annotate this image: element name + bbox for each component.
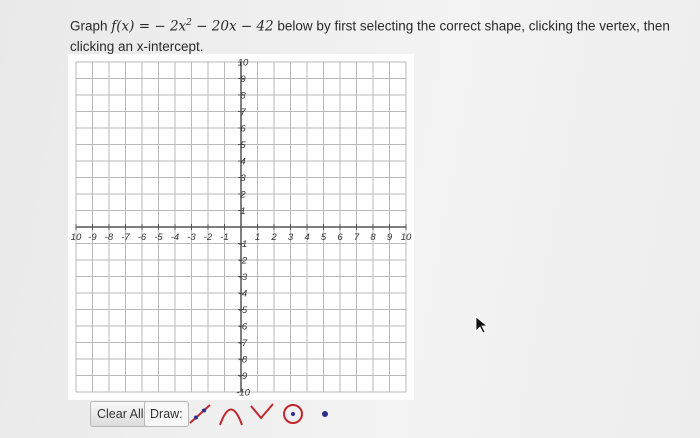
y-tick-label: -5 — [239, 305, 248, 316]
x-tick-label: -3 — [187, 232, 196, 243]
x-tick-label: 1 — [255, 232, 260, 243]
y-tick-label: 2 — [239, 190, 246, 201]
y-tick-label: -6 — [239, 322, 248, 333]
y-tick-label: 8 — [240, 91, 246, 102]
x-tick-label: 5 — [321, 232, 327, 243]
page: Graph f(x) = − 2x2 − 20x − 42 below by f… — [0, 0, 700, 438]
x-tick-label: 8 — [370, 232, 376, 243]
term-quadratic: − 2x — [154, 18, 187, 35]
draw-label: Draw: — [144, 401, 189, 427]
y-tick-label: 4 — [240, 157, 245, 168]
y-tick-label: -4 — [239, 289, 247, 300]
x-tick-label: 4 — [304, 232, 309, 243]
x-tick-label: -7 — [121, 232, 130, 243]
y-tick-label: 6 — [240, 124, 246, 135]
x-tick-label: -1 — [220, 232, 228, 243]
y-tick-label: 5 — [240, 140, 246, 151]
circle-icon — [283, 404, 303, 424]
equals-sign: = — [134, 18, 155, 35]
y-tick-label: 10 — [238, 58, 249, 69]
point-tool-button[interactable] — [310, 400, 340, 428]
y-tick-label: -2 — [239, 256, 248, 267]
y-tick-label: -1 — [239, 239, 247, 250]
x-tick-label: 7 — [354, 232, 360, 243]
circle-tool-button[interactable] — [278, 400, 308, 428]
point-icon — [322, 411, 328, 417]
y-tick-label: -9 — [239, 371, 248, 382]
y-tick-label: 3 — [240, 173, 246, 184]
x-tick-label: 10 — [401, 232, 412, 243]
question-text: Graph f(x) = − 2x2 − 20x − 42 below by f… — [70, 14, 670, 56]
y-tick-label: 7 — [240, 107, 246, 118]
y-tick-label: -8 — [239, 355, 248, 366]
x-tick-label: -8 — [105, 232, 114, 243]
coordinate-grid[interactable]: 10 -9 -8 -7 -6 -5 -4 -3 -2 -1 1 2 3 4 5 6 7 8 9 10 10987654… — [68, 54, 414, 400]
line-tool-icon — [189, 404, 211, 424]
function-name: f(x) — [111, 18, 135, 35]
x-tick-label: -5 — [154, 232, 163, 243]
graph-area[interactable]: 10 -9 -8 -7 -6 -5 -4 -3 -2 -1 1 2 3 4 5 6 7 8 9 10 10 9 8 7 6 5 4… — [68, 54, 414, 400]
question-prefix: Graph — [70, 18, 112, 34]
x-tick-label: 2 — [270, 232, 277, 243]
y-tick-label: -7 — [239, 338, 248, 349]
x-tick-label: -4 — [171, 232, 179, 243]
y-tick-label: -3 — [239, 272, 248, 283]
x-tick-label: -9 — [88, 232, 97, 243]
line-tool-button[interactable] — [185, 400, 215, 428]
term-linear-constant: − 20x − 42 — [191, 18, 274, 35]
toolbar: Clear All Draw: — [88, 400, 348, 430]
y-tick-label: 9 — [240, 74, 246, 85]
x-tick-label: -2 — [204, 232, 213, 243]
mouse-cursor-icon — [475, 316, 488, 334]
parabola-up-icon — [250, 403, 274, 420]
parabola-up-button[interactable] — [247, 400, 277, 428]
parabola-down-icon — [219, 408, 243, 426]
x-tick-label: 10 — [71, 232, 82, 243]
x-tick-label: 6 — [337, 232, 343, 243]
x-tick-label: 3 — [288, 232, 294, 243]
y-tick-label: 1 — [240, 206, 245, 217]
clear-all-button[interactable]: Clear All — [90, 401, 151, 427]
x-tick-label: 9 — [387, 232, 393, 243]
parabola-down-button[interactable] — [216, 400, 246, 428]
y-tick-label: -10 — [236, 388, 250, 399]
x-tick-label: -6 — [138, 232, 147, 243]
